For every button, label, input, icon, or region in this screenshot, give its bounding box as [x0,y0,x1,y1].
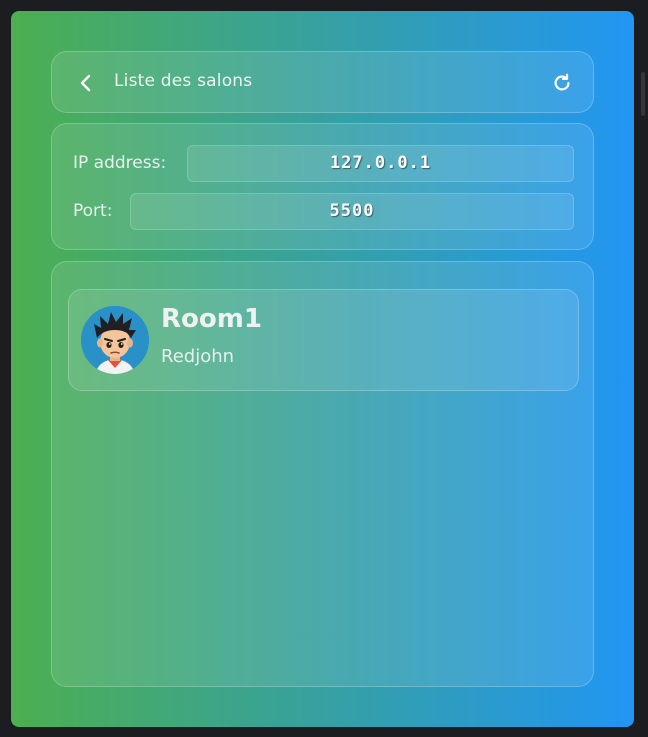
scrollbar[interactable] [634,0,648,737]
avatar [81,306,149,374]
port-input[interactable]: 5500 [130,193,574,230]
room-list: Room1 Redjohn [51,261,594,687]
avatar-boy-icon [81,306,149,374]
app-window: Liste des salons IP address: 127.0.0.1 P… [11,11,634,727]
room-name: Room1 [161,304,262,334]
ip-address-input[interactable]: 127.0.0.1 [187,145,574,182]
header-bar: Liste des salons [51,51,594,113]
connection-panel: IP address: 127.0.0.1 Port: 5500 [51,123,594,250]
page-title: Liste des salons [114,71,253,91]
chevron-left-icon[interactable] [76,73,94,93]
port-label: Port: [73,201,113,221]
ip-address-label: IP address: [73,153,167,173]
room-owner: Redjohn [161,346,235,367]
room-list-item[interactable]: Room1 Redjohn [68,289,579,391]
scrollbar-thumb[interactable] [641,72,645,116]
refresh-icon[interactable] [551,72,573,94]
